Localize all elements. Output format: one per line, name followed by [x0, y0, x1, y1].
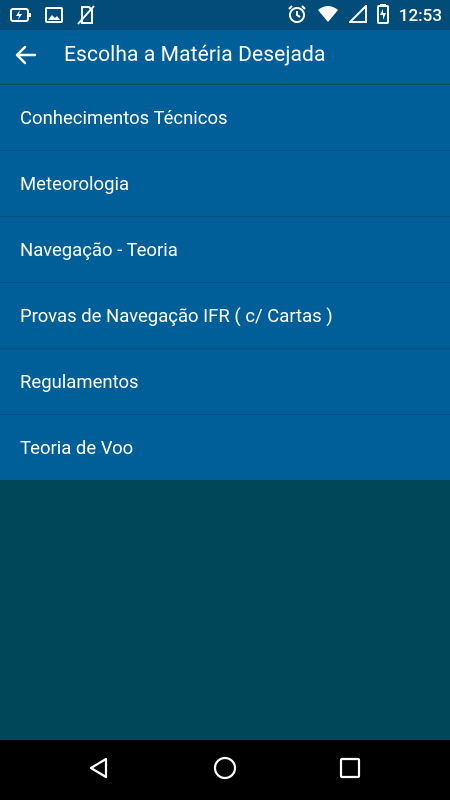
nav-back-button[interactable]	[83, 754, 115, 786]
wifi-icon	[317, 5, 339, 27]
nav-recents-button[interactable]	[334, 754, 366, 786]
back-triangle-icon	[87, 756, 111, 784]
recents-square-icon	[339, 757, 361, 783]
alarm-icon	[287, 4, 307, 28]
image-icon	[44, 5, 64, 29]
subject-label: Navegação - Teoria	[20, 238, 178, 261]
subject-item-teoria-de-voo[interactable]: Teoria de Voo	[0, 415, 450, 480]
subject-label: Meteorologia	[20, 172, 130, 195]
subject-label: Teoria de Voo	[20, 436, 134, 459]
status-time: 12:53	[398, 6, 442, 26]
subject-list: Conhecimentos Técnicos Meteorologia Nave…	[0, 85, 450, 480]
arrow-left-icon	[15, 45, 37, 69]
no-sim-icon	[76, 5, 96, 29]
battery-charging-icon	[10, 5, 32, 29]
status-left-icons	[10, 5, 96, 29]
status-bar: 12:53	[0, 0, 450, 30]
status-right-icons: 12:53	[287, 3, 442, 28]
subject-label: Conhecimentos Técnicos	[20, 106, 228, 129]
app-bar: Escolha a Matéria Desejada	[0, 30, 450, 84]
subject-label: Regulamentos	[20, 370, 139, 393]
subject-label: Provas de Navegação IFR ( c/ Cartas )	[20, 304, 333, 327]
home-circle-icon	[212, 755, 238, 785]
subject-item-regulamentos[interactable]: Regulamentos	[0, 349, 450, 415]
subject-item-meteorologia[interactable]: Meteorologia	[0, 151, 450, 217]
subject-item-navegacao-teoria[interactable]: Navegação - Teoria	[0, 217, 450, 283]
cell-signal-icon	[347, 3, 367, 27]
navigation-bar	[0, 740, 450, 800]
page-title: Escolha a Matéria Desejada	[64, 43, 326, 67]
empty-area	[0, 483, 450, 740]
battery-icon	[376, 4, 389, 28]
subject-item-conhecimentos-tecnicos[interactable]: Conhecimentos Técnicos	[0, 85, 450, 151]
nav-home-button[interactable]	[209, 754, 241, 786]
subject-item-provas-navegacao-ifr[interactable]: Provas de Navegação IFR ( c/ Cartas )	[0, 283, 450, 349]
back-button[interactable]	[6, 37, 46, 77]
